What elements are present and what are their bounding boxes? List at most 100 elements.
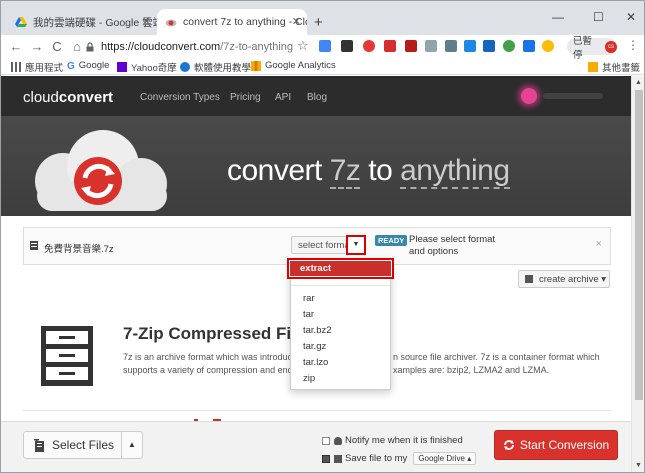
remove-file-icon[interactable]: × bbox=[596, 238, 602, 250]
extension-icon[interactable] bbox=[341, 40, 353, 52]
cloudconvert-icon bbox=[165, 19, 177, 27]
reload-button[interactable]: C bbox=[49, 39, 65, 54]
format-dropdown-menu: extract rar tar tar.bz2 tar.gz tar.lzo z… bbox=[287, 258, 394, 390]
menu-item-tar-bz2[interactable]: tar.bz2 bbox=[303, 325, 332, 336]
home-button[interactable]: ⌂ bbox=[69, 39, 85, 54]
page-title: convert 7z to anything bbox=[227, 154, 510, 189]
menu-item-tar-lzo[interactable]: tar.lzo bbox=[303, 357, 328, 368]
notify-option[interactable]: Notify me when it is finished bbox=[322, 435, 463, 446]
nav-conversion-types[interactable]: Conversion Types bbox=[140, 92, 220, 103]
bookmark-other[interactable]: 其他書籤 bbox=[588, 60, 640, 74]
tab-google-drive[interactable]: 我的雲端硬碟 - Google 雲端硬碟 ✕ bbox=[7, 9, 157, 35]
bookmarks-bar: 應用程式 G Google Yahoo奇摩 軟體使用教學 Google Analy… bbox=[1, 59, 644, 75]
format-description-cont: n source file archiver. 7z is a containe… bbox=[393, 352, 600, 375]
menu-item-rar[interactable]: rar bbox=[303, 293, 315, 304]
menu-item-tar[interactable]: tar bbox=[303, 309, 314, 320]
scrollbar-thumb[interactable] bbox=[635, 90, 643, 400]
bookmark-star-icon[interactable]: ☆ bbox=[297, 38, 309, 54]
extension-icon[interactable] bbox=[425, 40, 437, 52]
scroll-down-icon[interactable]: ▼ bbox=[635, 462, 642, 469]
cloud-convert-logo-icon bbox=[35, 130, 167, 211]
site-logo[interactable]: cloudconvert bbox=[23, 89, 113, 106]
scroll-up-icon[interactable]: ▲ bbox=[635, 79, 642, 86]
conversion-footer: Select Files ▲ Notify me when it is fini… bbox=[1, 421, 631, 472]
user-menu[interactable] bbox=[521, 88, 611, 104]
notify-checkbox[interactable] bbox=[322, 436, 330, 445]
storage-provider-dropdown[interactable]: Google Drive ▴ bbox=[413, 452, 477, 465]
menu-item-extract[interactable]: extract bbox=[287, 258, 394, 279]
profile-label: 已暫停 bbox=[573, 35, 593, 61]
address-bar[interactable]: https://cloudconvert.com/7z-to-anything bbox=[85, 38, 315, 56]
menu-item-tar-gz[interactable]: tar.gz bbox=[303, 341, 326, 352]
bookmark-yahoo[interactable]: Yahoo奇摩 bbox=[117, 60, 177, 74]
chevron-down-icon[interactable]: ▼ bbox=[346, 235, 366, 255]
file-icon bbox=[30, 241, 38, 250]
apps-grid-icon bbox=[11, 62, 21, 72]
tutorial-icon bbox=[180, 62, 190, 72]
archive-cabinet-icon bbox=[41, 326, 93, 386]
archive-icon bbox=[525, 275, 533, 283]
nav-api[interactable]: API bbox=[275, 92, 291, 103]
url-path: /7z-to-anything bbox=[220, 41, 293, 53]
divider bbox=[23, 410, 611, 411]
forward-button[interactable]: → bbox=[29, 39, 45, 54]
source-format-selector[interactable]: 7z bbox=[329, 154, 361, 189]
user-name-blurred bbox=[543, 93, 603, 99]
extension-icon[interactable] bbox=[464, 40, 476, 52]
nav-pricing[interactable]: Pricing bbox=[230, 92, 261, 103]
extension-icon[interactable] bbox=[503, 40, 515, 52]
vertical-scrollbar[interactable]: ▲ ▼ bbox=[631, 76, 644, 472]
format-title: 7-Zip Compressed File bbox=[123, 324, 306, 343]
cloud-upload-icon bbox=[334, 454, 342, 463]
save-option[interactable]: Save file to my Google Drive ▴ bbox=[322, 452, 477, 465]
minimize-button[interactable]: — bbox=[552, 10, 564, 24]
save-checkbox[interactable] bbox=[322, 454, 330, 463]
nav-blog[interactable]: Blog bbox=[307, 92, 327, 103]
extension-icon[interactable] bbox=[542, 40, 554, 52]
tab-strip: 我的雲端硬碟 - Google 雲端硬碟 ✕ convert 7z to any… bbox=[1, 1, 644, 35]
close-window-button[interactable]: ✕ bbox=[626, 10, 636, 24]
tab-close-icon[interactable]: ✕ bbox=[142, 15, 151, 28]
status-badge: READY bbox=[375, 235, 408, 246]
refresh-icon bbox=[503, 440, 514, 450]
site-navbar: cloudconvert Conversion Types Pricing AP… bbox=[1, 76, 631, 116]
tab-title: 我的雲端硬碟 - Google 雲端硬碟 bbox=[33, 16, 157, 29]
tab-title: convert 7z to anything - Cloud bbox=[183, 16, 307, 28]
maximize-button[interactable]: ☐ bbox=[593, 10, 604, 24]
status-text: Please select format and options bbox=[409, 234, 496, 257]
create-archive-button[interactable]: create archive ▾ bbox=[518, 270, 610, 288]
bookmark-apps[interactable]: 應用程式 bbox=[11, 60, 63, 74]
extension-icon[interactable] bbox=[319, 40, 331, 52]
hero-banner: convert 7z to anything bbox=[1, 116, 631, 216]
browser-window: 我的雲端硬碟 - Google 雲端硬碟 ✕ convert 7z to any… bbox=[0, 0, 645, 473]
new-tab-button[interactable]: + bbox=[314, 14, 323, 31]
bookmark-analytics[interactable]: Google Analytics bbox=[251, 60, 336, 71]
bookmark-tutorial[interactable]: 軟體使用教學 bbox=[180, 60, 251, 74]
start-conversion-button[interactable]: Start Conversion bbox=[494, 430, 618, 460]
avatar bbox=[521, 88, 537, 104]
folder-icon bbox=[588, 62, 598, 72]
page-content: cloudconvert Conversion Types Pricing AP… bbox=[1, 76, 631, 472]
extension-icon[interactable] bbox=[523, 40, 535, 52]
select-files-button[interactable]: Select Files bbox=[23, 431, 122, 459]
add-file-icon bbox=[34, 439, 44, 452]
tab-cloudconvert[interactable]: convert 7z to anything - Cloud ✕ bbox=[157, 9, 307, 35]
browser-menu-icon[interactable]: ⋮ bbox=[627, 38, 639, 52]
extension-icon[interactable] bbox=[384, 40, 396, 52]
file-name: 免費背景音樂.7z bbox=[44, 244, 114, 255]
google-g-icon: G bbox=[67, 60, 75, 72]
menu-item-zip[interactable]: zip bbox=[303, 373, 315, 384]
back-button[interactable]: ← bbox=[8, 39, 24, 54]
extension-icon[interactable] bbox=[445, 40, 457, 52]
target-format-selector[interactable]: anything bbox=[400, 154, 510, 189]
tab-close-icon[interactable]: ✕ bbox=[292, 15, 301, 28]
bookmark-google[interactable]: G Google bbox=[67, 60, 109, 72]
yahoo-icon bbox=[117, 62, 127, 72]
extension-icon[interactable] bbox=[483, 40, 495, 52]
profile-button[interactable]: 已暫停 cs bbox=[567, 36, 617, 61]
select-files-options-button[interactable]: ▲ bbox=[121, 431, 143, 459]
divider bbox=[291, 285, 390, 286]
analytics-icon bbox=[251, 60, 261, 71]
extension-icon[interactable] bbox=[405, 40, 417, 52]
extension-icon[interactable] bbox=[363, 40, 375, 52]
